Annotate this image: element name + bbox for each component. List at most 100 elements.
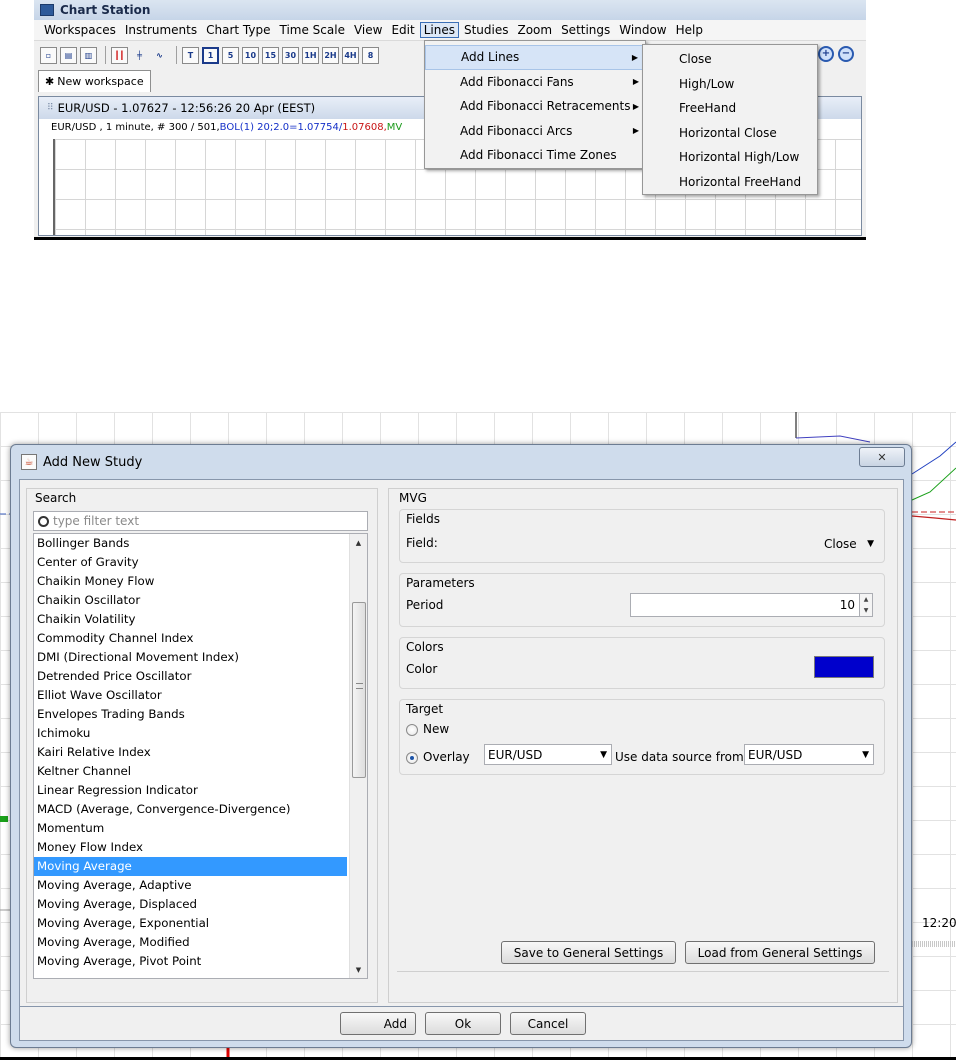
timescale-4h-button[interactable]: 4H (342, 46, 359, 64)
workspace-tabbar: ✱ New workspace (38, 70, 151, 92)
menu-window[interactable]: Window (615, 22, 670, 38)
list-item[interactable]: Detrended Price Oscillator (34, 667, 347, 686)
new-icon[interactable]: ▫ (40, 46, 57, 64)
bar-chart-icon[interactable]: ╪ (131, 47, 148, 64)
chart-background: 12:20 ☕ Add New Study ✕ Search Bollinger… (0, 412, 956, 1060)
list-item[interactable]: Moving Average, Adaptive (34, 876, 347, 895)
target-new-option[interactable]: New (406, 722, 449, 736)
ok-button[interactable]: Ok (425, 1012, 501, 1035)
list-item-selected[interactable]: Moving Average (34, 857, 347, 876)
list-item[interactable]: Chaikin Oscillator (34, 591, 347, 610)
scroll-thumb[interactable] (352, 602, 366, 778)
menu-edit[interactable]: Edit (387, 22, 418, 38)
timescale-15m-button[interactable]: 15 (262, 46, 279, 64)
zoom-in-icon[interactable]: + (818, 46, 834, 62)
list-item[interactable]: DMI (Directional Movement Index) (34, 648, 347, 667)
radio-new[interactable] (406, 723, 418, 736)
list-item[interactable]: Moving Average, Modified (34, 933, 347, 952)
list-item[interactable]: Chaikin Volatility (34, 610, 347, 629)
menu-item-label: Add Fibonacci Retracements (460, 99, 631, 114)
menu-item-add-fibonacci-time-zones[interactable]: Add Fibonacci Time Zones (425, 143, 645, 168)
submenu-item-horizontal-close[interactable]: Horizontal Close (643, 121, 817, 146)
scroll-up-icon[interactable]: ▲ (350, 534, 367, 551)
list-item[interactable]: Center of Gravity (34, 553, 347, 572)
save-icon[interactable]: ▤ (60, 46, 77, 64)
submenu-item-high-low[interactable]: High/Low (643, 72, 817, 97)
settings-title: MVG (399, 491, 427, 505)
timescale-30m-button[interactable]: 30 (282, 46, 299, 64)
list-item[interactable]: Linear Regression Indicator (34, 781, 347, 800)
load-from-general-settings-button[interactable]: Load from General Settings (685, 941, 875, 964)
save-as-icon[interactable]: ▥ (80, 46, 97, 64)
close-button[interactable]: ✕ (859, 447, 905, 467)
timescale-2h-button[interactable]: 2H (322, 46, 339, 64)
menu-zoom[interactable]: Zoom (513, 22, 556, 38)
overlay-instrument-select[interactable]: EUR/USD ▼ (484, 744, 612, 765)
list-item[interactable]: Chaikin Money Flow (34, 572, 347, 591)
target-overlay-option[interactable]: Overlay (406, 750, 470, 764)
timescale-5m-button[interactable]: 5 (222, 46, 239, 64)
drag-grip-icon: ⠿ (47, 103, 54, 113)
list-item[interactable]: Elliot Wave Oscillator (34, 686, 347, 705)
data-source-select[interactable]: EUR/USD ▼ (744, 744, 874, 765)
list-item[interactable]: Moving Average, Displaced (34, 895, 347, 914)
scroll-down-icon[interactable]: ▼ (350, 961, 367, 978)
menu-time-scale[interactable]: Time Scale (275, 22, 348, 38)
list-item[interactable]: Bollinger Bands (34, 534, 347, 553)
submenu-arrow-icon: ▶ (632, 77, 639, 87)
menu-chart-type[interactable]: Chart Type (202, 22, 274, 38)
menu-item-add-fibonacci-retracements[interactable]: Add Fibonacci Retracements ▶ (425, 94, 645, 119)
period-stepper[interactable]: ▲ ▼ (859, 593, 873, 617)
target-overlay-label: Overlay (423, 750, 470, 764)
list-item[interactable]: Envelopes Trading Bands (34, 705, 347, 724)
submenu-item-horizontal-freehand[interactable]: Horizontal FreeHand (643, 170, 817, 195)
timescale-1h-button[interactable]: 1H (302, 46, 319, 64)
add-button[interactable]: Add (340, 1012, 416, 1035)
menu-item-add-fibonacci-fans[interactable]: Add Fibonacci Fans ▶ (425, 70, 645, 95)
list-item[interactable]: Kairi Relative Index (34, 743, 347, 762)
submenu-item-horizontal-high-low[interactable]: Horizontal High/Low (643, 145, 817, 170)
tab-new-workspace[interactable]: ✱ New workspace (38, 70, 151, 92)
list-item[interactable]: Moving Average, Pivot Point (34, 952, 347, 971)
menu-lines[interactable]: Lines (419, 22, 459, 38)
list-item[interactable]: MACD (Average, Convergence-Divergence) (34, 800, 347, 819)
timescale-tick-button[interactable]: T (182, 46, 199, 64)
timescale-1m-button[interactable]: 1 (202, 46, 219, 64)
candlestick-chart-icon[interactable]: ┃┃ (111, 46, 128, 64)
menu-help[interactable]: Help (672, 22, 707, 38)
search-input[interactable] (53, 514, 353, 528)
dialog-title-bar[interactable]: ☕ Add New Study (11, 445, 911, 479)
menu-view[interactable]: View (350, 22, 386, 38)
period-input[interactable]: 10 (630, 593, 860, 617)
menu-settings[interactable]: Settings (557, 22, 614, 38)
menu-workspaces[interactable]: Workspaces (40, 22, 120, 38)
list-item[interactable]: Keltner Channel (34, 762, 347, 781)
cancel-button[interactable]: Cancel (510, 1012, 586, 1035)
line-chart-icon[interactable]: ∿ (151, 47, 168, 64)
menu-studies[interactable]: Studies (460, 22, 513, 38)
menu-instruments[interactable]: Instruments (121, 22, 201, 38)
stepper-down-icon[interactable]: ▼ (860, 605, 872, 616)
list-item[interactable]: Momentum (34, 819, 347, 838)
list-item[interactable]: Commodity Channel Index (34, 629, 347, 648)
submenu-arrow-icon: ▶ (632, 101, 639, 111)
save-to-general-settings-button[interactable]: Save to General Settings (501, 941, 676, 964)
menu-item-add-fibonacci-arcs[interactable]: Add Fibonacci Arcs ▶ (425, 119, 645, 144)
list-item[interactable]: Money Flow Index (34, 838, 347, 857)
parameters-group: Parameters Period 10 ▲ ▼ (399, 573, 885, 627)
stepper-up-icon[interactable]: ▲ (860, 594, 872, 605)
list-item[interactable]: Ichimoku (34, 724, 347, 743)
timescale-8h-button[interactable]: 8 (362, 46, 379, 64)
dialog-body: Search Bollinger Bands Center of Gravity… (19, 479, 904, 1007)
menu-item-label: Add Fibonacci Arcs (460, 123, 573, 138)
color-swatch[interactable] (814, 656, 874, 678)
field-select[interactable]: Close ▼ (820, 534, 878, 554)
submenu-item-close[interactable]: Close (643, 47, 817, 72)
menu-item-add-lines[interactable]: Add Lines ▶ (425, 45, 645, 70)
list-item[interactable]: Moving Average, Exponential (34, 914, 347, 933)
radio-overlay[interactable] (406, 751, 418, 764)
zoom-out-icon[interactable]: − (838, 46, 854, 62)
timescale-10m-button[interactable]: 10 (242, 46, 259, 64)
submenu-item-freehand[interactable]: FreeHand (643, 96, 817, 121)
list-scrollbar[interactable]: ▲ ▼ (349, 534, 367, 978)
